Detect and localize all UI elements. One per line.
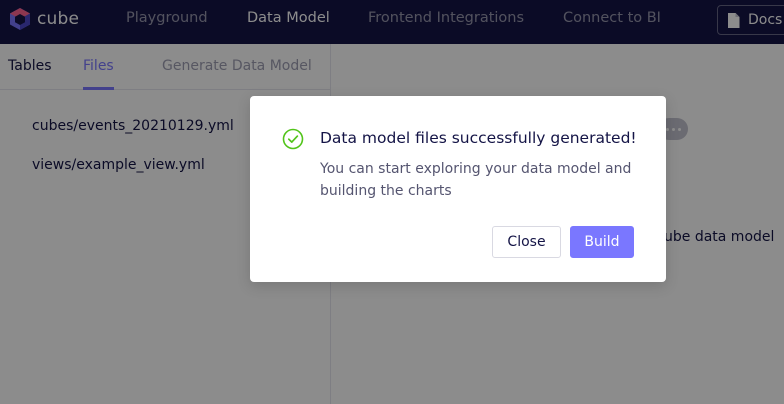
check-circle-icon xyxy=(282,128,304,150)
build-button[interactable]: Build xyxy=(570,226,634,258)
dialog-title: Data model files successfully generated! xyxy=(320,129,637,147)
success-dialog: Data model files successfully generated!… xyxy=(250,96,666,282)
dialog-description: You can start exploring your data model … xyxy=(320,161,632,199)
close-button[interactable]: Close xyxy=(492,226,561,258)
